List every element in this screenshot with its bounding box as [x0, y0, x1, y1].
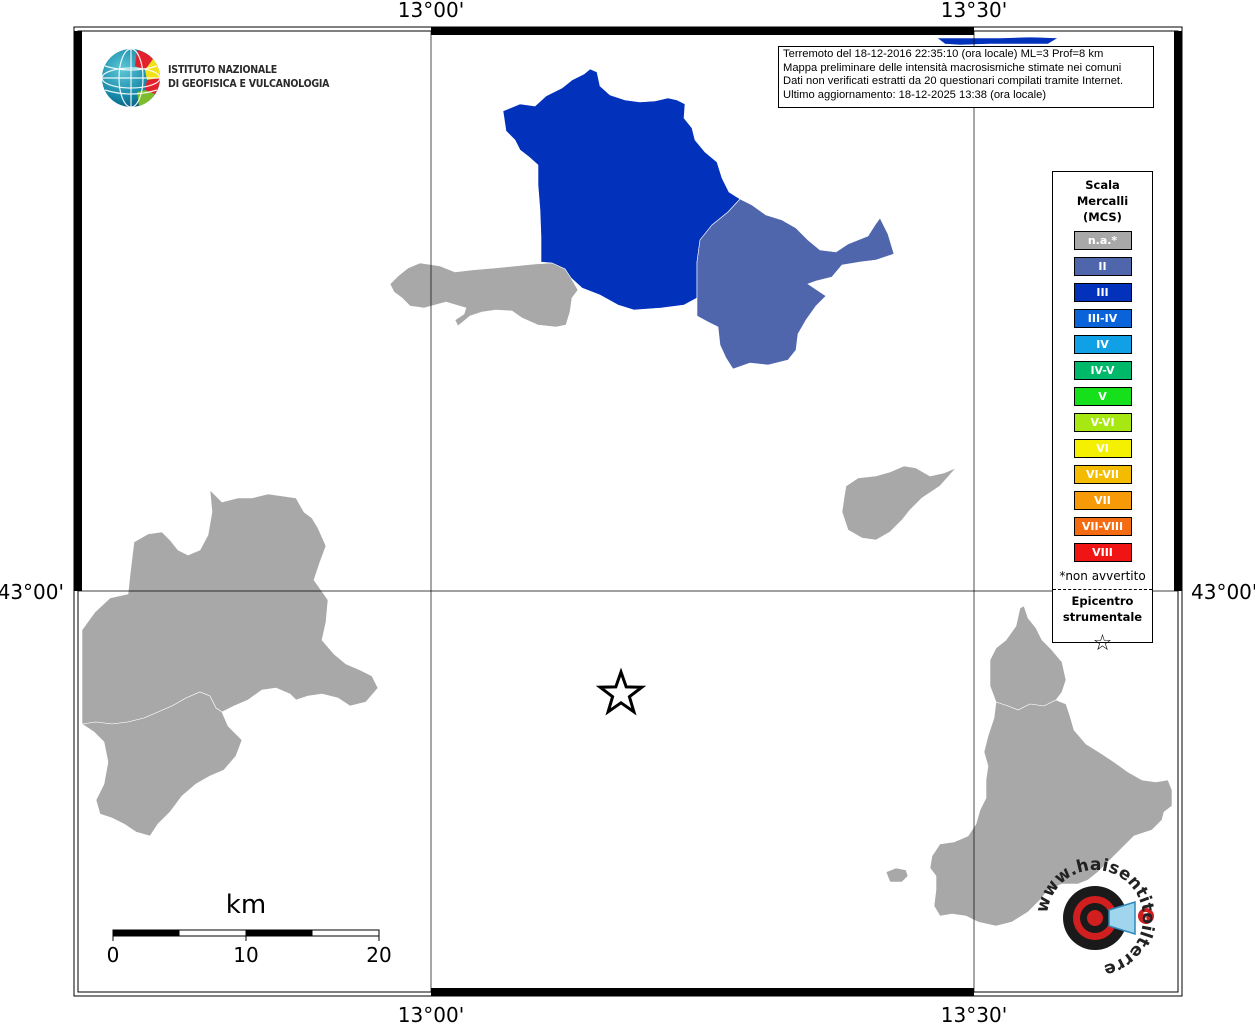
legend-note: *non avvertito	[1059, 569, 1146, 583]
municipality-ii[interactable]	[696, 198, 895, 370]
legend-epicentre-line-1: Epicentro	[1071, 594, 1134, 608]
legend-separator	[1053, 589, 1152, 590]
ingv-logo-icon	[101, 48, 161, 108]
legend-item-vi-vii: VI-VII	[1073, 465, 1132, 484]
municipality-na-2[interactable]	[841, 465, 957, 541]
epicentre-star[interactable]	[595, 667, 647, 716]
ingv-line-1: ISTITUTO NAZIONALE	[168, 63, 277, 76]
left-label-43-00: 43°00'	[0, 580, 64, 604]
legend-items: n.a.* II III III-IV IV IV-V V V-VI VI VI-VII VII VI…	[1053, 231, 1152, 562]
legend-item-n-a: n.a.*	[1073, 231, 1132, 250]
bottom-label-13-30: 13°30'	[941, 1003, 1007, 1024]
legend-item-iii: III	[1073, 283, 1132, 302]
event-info-box: Terremoto del 18-12-2016 22:35:10 (ora l…	[778, 46, 1154, 108]
info-line-3: Dati non verificati estratti da 20 quest…	[783, 75, 1124, 88]
intensity-map: 13°00' 13°30' 13°00' 13°30' 43°00' 43°00…	[0, 0, 1255, 1027]
legend-epicentre-label: Epicentro strumentale	[1053, 593, 1152, 625]
legend-title: Scala Mercalli (MCS)	[1053, 177, 1152, 225]
legend-item-iv: IV	[1073, 335, 1132, 354]
legend-item-vii: VII	[1073, 491, 1132, 510]
info-line-1: Terremoto del 18-12-2016 22:35:10 (ora l…	[783, 48, 1104, 60]
legend-item-v-vi: V-VI	[1073, 413, 1132, 432]
info-line-4: Ultimo aggiornamento: 18-12-2025 13:38 (…	[783, 88, 1047, 101]
legend-star-icon: ☆	[1092, 631, 1113, 656]
legend-title-line-3: (MCS)	[1083, 210, 1122, 224]
legend-item-viii: VIII	[1073, 543, 1132, 562]
legend-item-v: V	[1073, 387, 1132, 406]
legend-item-ii: II	[1073, 257, 1132, 276]
ingv-logo-text: ISTITUTO NAZIONALE DI GEOFISICA E VULCAN…	[168, 63, 329, 91]
municipalities	[81, 36, 1173, 927]
scale-tick-0: 0	[107, 943, 120, 967]
top-label-13-00: 13°00'	[398, 0, 464, 22]
bottom-label-13-00: 13°00'	[398, 1003, 464, 1024]
municipality-na-7[interactable]	[885, 867, 909, 883]
legend-title-line-1: Scala	[1085, 178, 1120, 192]
scale-tick-20: 20	[366, 943, 391, 967]
legend-item-iii-iv: III-IV	[1073, 309, 1132, 328]
municipality-na-1[interactable]	[389, 262, 579, 328]
right-label-43-00: 43°00'	[1191, 580, 1255, 604]
info-line-2: Mappa preliminare delle intensità macros…	[783, 61, 1122, 74]
legend-item-iv-v: IV-V	[1073, 361, 1132, 380]
top-label-13-30: 13°30'	[941, 0, 1007, 22]
scale-bar: km 0 10 20	[107, 890, 392, 967]
mcs-legend: Scala Mercalli (MCS) n.a.* II III III-IV IV I…	[1052, 171, 1153, 656]
legend-epicentre-line-2: strumentale	[1062, 610, 1143, 624]
legend-item-vi: VI	[1073, 439, 1132, 458]
legend-item-vii-viii: VII-VIII	[1073, 517, 1132, 536]
scale-unit-label: km	[226, 890, 266, 920]
legend-title-line-2: Mercalli	[1076, 194, 1129, 208]
ingv-line-2: DI GEOFISICA E VULCANOLOGIA	[168, 77, 330, 90]
municipality-iii-top[interactable]	[936, 36, 1060, 46]
scale-tick-10: 10	[233, 943, 258, 967]
municipality-na-3[interactable]	[81, 489, 379, 725]
